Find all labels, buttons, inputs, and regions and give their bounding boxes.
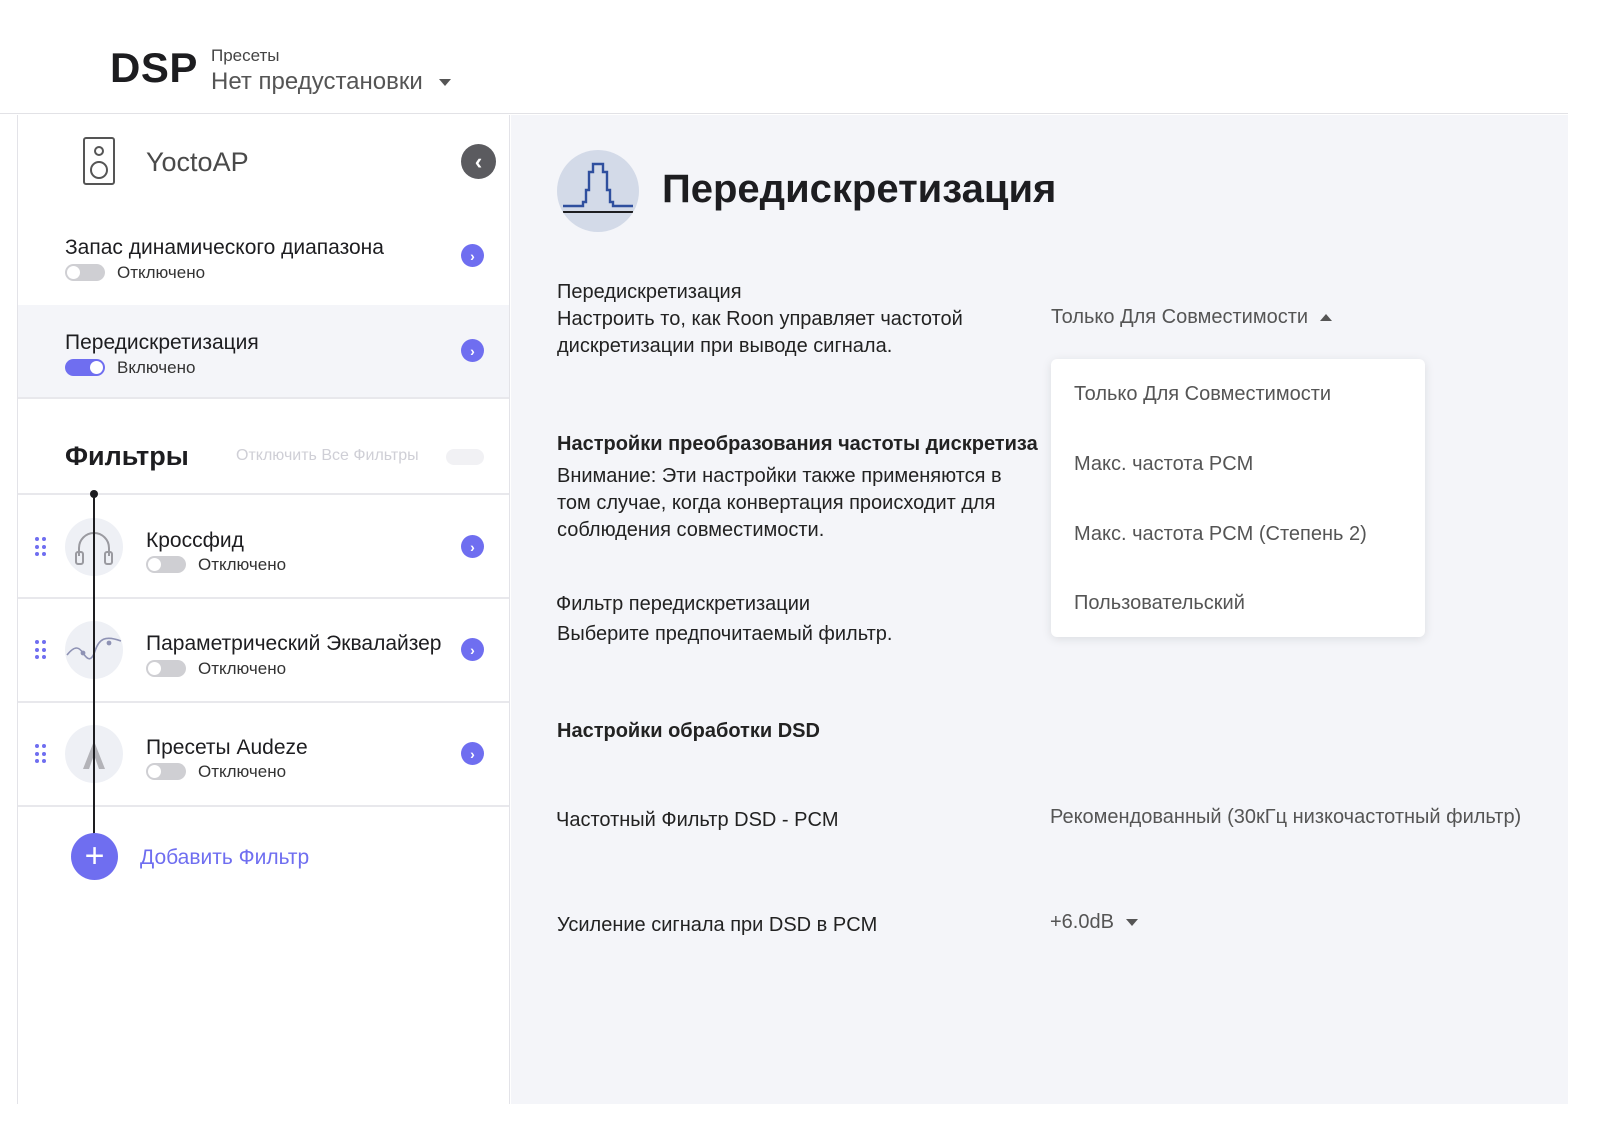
dsp-sidebar: YoctoAP ‹ Запас динамического диапазона …: [17, 115, 510, 1104]
drag-handle-icon[interactable]: [35, 744, 47, 764]
resampling-open-button[interactable]: ›: [461, 339, 484, 362]
sidebar-item-label: Передискретизация: [65, 331, 259, 354]
caret-up-icon: [1320, 314, 1333, 321]
dropdown-option-max-pcm-rate[interactable]: Макс. частота PCM: [1074, 453, 1253, 476]
preset-label: Пресеты: [211, 46, 280, 65]
dsd-gain-value: +6.0dB: [1050, 911, 1114, 933]
filter-row-crossfeed[interactable]: Кроссфид Отключено ›: [18, 495, 509, 599]
chevron-right-icon: ›: [470, 538, 475, 555]
device-header: YoctoAP ‹: [18, 115, 509, 215]
filter-title: Параметрический Эквалайзер: [146, 632, 442, 655]
sidebar-item-label: Запас динамического диапазона: [65, 236, 384, 259]
dropdown-option-max-pcm-rate-power-of-2[interactable]: Макс. частота PCM (Степень 2): [1074, 523, 1367, 546]
parametric-eq-status: Отключено: [198, 659, 287, 678]
audeze-presets-status: Отключено: [198, 762, 287, 781]
parametric-eq-toggle[interactable]: [146, 660, 186, 677]
chevron-left-icon: ‹: [474, 148, 483, 174]
drag-handle-icon[interactable]: [35, 640, 47, 660]
add-filter-link[interactable]: Добавить Фильтр: [140, 846, 309, 870]
speaker-icon: [83, 137, 115, 185]
headroom-toggle[interactable]: [65, 264, 105, 281]
conversion-settings-note-line2: том случае, когда конвертация происходит…: [557, 492, 996, 514]
filters-title: Фильтры: [65, 441, 189, 471]
collapse-sidebar-button[interactable]: ‹: [461, 144, 496, 179]
filter-chain-start-dot: [90, 490, 98, 498]
resampling-mode-select[interactable]: Только Для Совместимости: [1051, 306, 1333, 329]
resampling-setting-description-line2: дискретизации при выводе сигнала.: [557, 335, 893, 357]
resampling-filter-description: Выберите предпочитаемый фильтр.: [557, 623, 893, 645]
resampling-mode-value: Только Для Совместимости: [1051, 306, 1309, 328]
audeze-presets-open-button[interactable]: ›: [461, 742, 484, 765]
dropdown-option-custom[interactable]: Пользовательский: [1074, 592, 1245, 615]
top-header: DSP Пресеты Нет предустановки: [0, 0, 1568, 114]
conversion-settings-note-line3: соблюдения совместимости.: [557, 519, 825, 541]
resampling-panel: Передискретизация Передискретизация Наст…: [511, 115, 1568, 1104]
filter-row-parametric-eq[interactable]: Параметрический Эквалайзер Отключено ›: [18, 599, 509, 703]
preset-value: Нет предустановки: [211, 68, 423, 95]
dropdown-option-compatibility-only[interactable]: Только Для Совместимости: [1074, 383, 1331, 406]
filter-chain-line: [93, 494, 95, 852]
chevron-right-icon: ›: [470, 745, 475, 762]
resampling-setting-description-line1: Настроить то, как Roon управляет частото…: [557, 308, 963, 330]
sidebar-item-resampling[interactable]: Передискретизация Включено ›: [18, 305, 509, 397]
dsd-filter-value: Рекомендованный (30кГц низкочастотный фи…: [1050, 806, 1522, 828]
crossfeed-status: Отключено: [198, 555, 287, 574]
parametric-eq-open-button[interactable]: ›: [461, 638, 484, 661]
plus-icon: +: [84, 837, 105, 875]
chevron-right-icon: ›: [470, 247, 475, 264]
drag-handle-icon[interactable]: [35, 537, 47, 557]
resampling-status: Включено: [117, 358, 196, 377]
filter-row-audeze-presets[interactable]: Пресеты Audeze Отключено ›: [18, 703, 509, 807]
dsd-gain-label: Усиление сигнала при DSD в PCM: [557, 914, 878, 936]
crossfeed-toggle[interactable]: [146, 556, 186, 573]
preset-dropdown[interactable]: Нет предустановки: [211, 68, 451, 96]
sidebar-item-headroom[interactable]: Запас динамического диапазона Отключено …: [18, 215, 509, 305]
resampling-filter-label: Фильтр передискретизации: [556, 593, 811, 615]
filter-title: Кроссфид: [146, 529, 244, 552]
filter-title: Пресеты Audeze: [146, 736, 308, 759]
headroom-status: Отключено: [117, 263, 206, 282]
disable-all-filters-label: Отключить Все Фильтры: [236, 447, 419, 464]
dsd-filter-label: Частотный Фильтр DSD - PCM: [556, 809, 839, 831]
dsd-filter-select[interactable]: Рекомендованный (30кГц низкочастотный фи…: [1050, 806, 1521, 829]
audeze-presets-toggle[interactable]: [146, 763, 186, 780]
dsd-gain-select[interactable]: +6.0dB: [1050, 911, 1138, 934]
conversion-settings-heading: Настройки преобразования частоты дискрет…: [557, 433, 1038, 455]
crossfeed-open-button[interactable]: ›: [461, 535, 484, 558]
conversion-settings-note-line1: Внимание: Эти настройки также применяютс…: [557, 465, 1002, 487]
resampling-setting-label: Передискретизация: [557, 281, 742, 303]
resampling-mode-dropdown-menu: Только Для Совместимости Макс. частота P…: [1051, 359, 1425, 637]
dsd-settings-heading: Настройки обработки DSD: [557, 720, 820, 742]
disable-all-filters-toggle[interactable]: [446, 449, 484, 465]
page-title: DSP: [110, 44, 198, 91]
resampling-waveform-icon: [557, 150, 639, 232]
panel-title: Передискретизация: [662, 167, 1057, 211]
chevron-right-icon: ›: [470, 342, 475, 359]
resampling-toggle[interactable]: [65, 359, 105, 376]
caret-down-icon: [438, 78, 451, 86]
headroom-open-button[interactable]: ›: [461, 244, 484, 267]
chevron-right-icon: ›: [470, 641, 475, 658]
filters-section-header: Фильтры Отключить Все Фильтры: [18, 397, 509, 495]
add-filter-button[interactable]: +: [71, 833, 118, 880]
device-name: YoctoAP: [146, 147, 249, 177]
caret-down-icon: [1125, 919, 1138, 926]
